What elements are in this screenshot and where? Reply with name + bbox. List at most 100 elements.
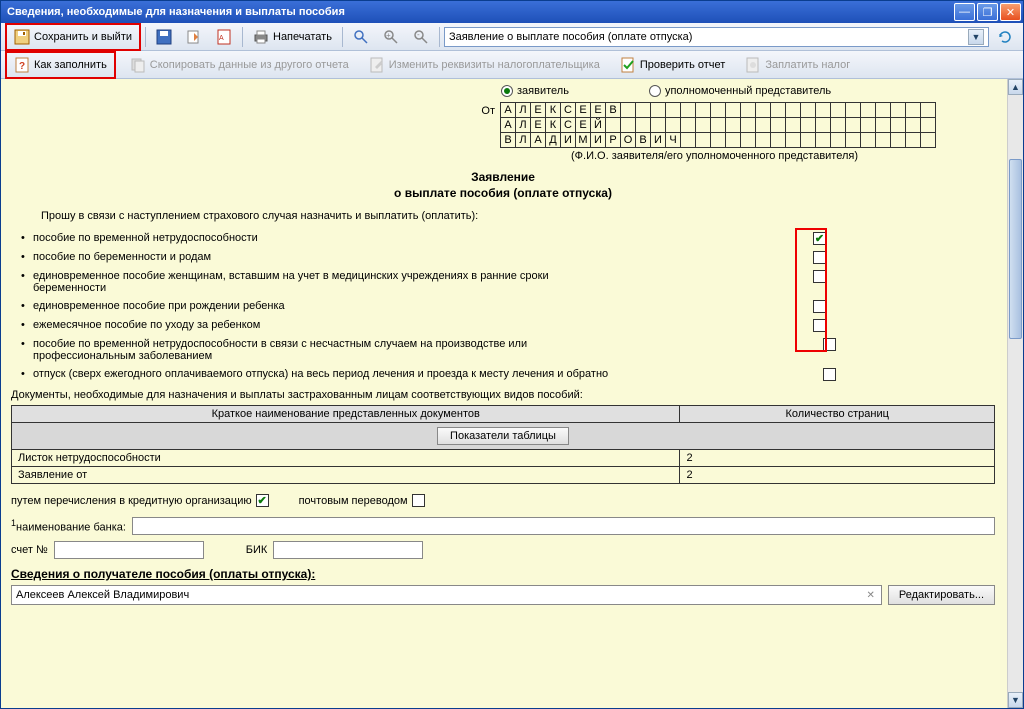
- letter-cell[interactable]: [695, 117, 711, 133]
- letter-cell[interactable]: Й: [590, 117, 606, 133]
- letter-cell[interactable]: Е: [590, 102, 606, 118]
- letter-cell[interactable]: [665, 117, 681, 133]
- letter-cell[interactable]: [905, 102, 921, 118]
- letter-cell[interactable]: [845, 102, 861, 118]
- letter-cell[interactable]: [785, 132, 801, 148]
- check-report-button[interactable]: Проверить отчет: [614, 54, 732, 76]
- letter-cell[interactable]: [740, 102, 756, 118]
- letter-cell[interactable]: [830, 102, 846, 118]
- letter-cell[interactable]: [635, 117, 651, 133]
- letter-cell[interactable]: С: [560, 102, 576, 118]
- pdf-button[interactable]: A: [210, 26, 238, 48]
- letter-cell[interactable]: [665, 102, 681, 118]
- letter-cell[interactable]: [620, 117, 636, 133]
- zoom-in-button[interactable]: +: [377, 26, 405, 48]
- letter-cell[interactable]: К: [545, 102, 561, 118]
- letter-cell[interactable]: [770, 102, 786, 118]
- letter-cell[interactable]: Д: [545, 132, 561, 148]
- letter-cell[interactable]: А: [500, 117, 516, 133]
- letter-cell[interactable]: Р: [605, 132, 621, 148]
- letter-cell[interactable]: [680, 132, 696, 148]
- export-button[interactable]: [180, 26, 208, 48]
- letter-cell[interactable]: [800, 117, 816, 133]
- letter-cell[interactable]: [830, 132, 846, 148]
- letter-cell[interactable]: В: [500, 132, 516, 148]
- letter-cell[interactable]: [815, 102, 831, 118]
- letter-cell[interactable]: [635, 102, 651, 118]
- letter-cell[interactable]: [890, 132, 906, 148]
- letter-cell[interactable]: [650, 117, 666, 133]
- letter-cell[interactable]: В: [635, 132, 651, 148]
- scroll-up-icon[interactable]: ▲: [1008, 79, 1023, 95]
- letter-cell[interactable]: [830, 117, 846, 133]
- letter-cell[interactable]: [770, 132, 786, 148]
- letter-cell[interactable]: [620, 102, 636, 118]
- letter-cell[interactable]: [920, 117, 936, 133]
- minimize-button[interactable]: —: [954, 3, 975, 21]
- letter-cell[interactable]: [920, 132, 936, 148]
- bank-name-input[interactable]: [132, 517, 995, 535]
- pay-post-checkbox[interactable]: [412, 494, 425, 507]
- letter-cell[interactable]: [650, 102, 666, 118]
- letter-cell[interactable]: [605, 117, 621, 133]
- edit-recipient-button[interactable]: Редактировать...: [888, 585, 995, 605]
- letter-cell[interactable]: [845, 132, 861, 148]
- print-button[interactable]: Напечатать: [247, 26, 338, 48]
- letter-cell[interactable]: [770, 117, 786, 133]
- letter-cell[interactable]: [860, 117, 876, 133]
- letter-cell[interactable]: [860, 132, 876, 148]
- letter-cell[interactable]: [680, 117, 696, 133]
- letter-cell[interactable]: М: [575, 132, 591, 148]
- letter-cell[interactable]: Л: [515, 132, 531, 148]
- letter-cell[interactable]: И: [560, 132, 576, 148]
- letter-cell[interactable]: Л: [515, 102, 531, 118]
- letter-cell[interactable]: И: [650, 132, 666, 148]
- letter-cell[interactable]: [800, 132, 816, 148]
- letter-cell[interactable]: [740, 132, 756, 148]
- letter-cell[interactable]: [875, 132, 891, 148]
- close-button[interactable]: ✕: [1000, 3, 1021, 21]
- letter-cell[interactable]: [740, 117, 756, 133]
- bik-input[interactable]: [273, 541, 423, 559]
- letter-cell[interactable]: [725, 117, 741, 133]
- letter-cell[interactable]: [815, 132, 831, 148]
- letter-cell[interactable]: А: [500, 102, 516, 118]
- letter-cell[interactable]: [695, 102, 711, 118]
- letter-cell[interactable]: [755, 102, 771, 118]
- letter-cell[interactable]: [875, 117, 891, 133]
- letter-cell[interactable]: [890, 117, 906, 133]
- section-dropdown[interactable]: Заявление о выплате пособия (оплате отпу…: [444, 27, 989, 47]
- letter-cell[interactable]: И: [590, 132, 606, 148]
- letter-cell[interactable]: Е: [575, 102, 591, 118]
- letter-cell[interactable]: Ч: [665, 132, 681, 148]
- letter-cell[interactable]: Е: [530, 102, 546, 118]
- letter-cell[interactable]: С: [560, 117, 576, 133]
- letter-cell[interactable]: [860, 102, 876, 118]
- letter-cell[interactable]: [875, 102, 891, 118]
- letter-cell[interactable]: К: [545, 117, 561, 133]
- letter-cell[interactable]: В: [605, 102, 621, 118]
- save-exit-button[interactable]: Сохранить и выйти: [8, 26, 138, 48]
- pay-credit-checkbox[interactable]: ✔: [256, 494, 269, 507]
- how-fill-button[interactable]: ? Как заполнить: [8, 54, 113, 76]
- refresh-button[interactable]: [991, 26, 1019, 48]
- letter-cell[interactable]: Е: [530, 117, 546, 133]
- letter-cell[interactable]: [785, 102, 801, 118]
- letter-cell[interactable]: О: [620, 132, 636, 148]
- save-button[interactable]: [150, 26, 178, 48]
- letter-cell[interactable]: [725, 102, 741, 118]
- scroll-thumb[interactable]: [1009, 159, 1022, 339]
- clear-icon[interactable]: ✕: [864, 590, 876, 601]
- letter-cell[interactable]: [710, 117, 726, 133]
- letter-cell[interactable]: [755, 117, 771, 133]
- letter-cell[interactable]: Е: [575, 117, 591, 133]
- letter-cell[interactable]: [905, 117, 921, 133]
- scroll-down-icon[interactable]: ▼: [1008, 692, 1023, 708]
- letter-cell[interactable]: Л: [515, 117, 531, 133]
- letter-cell[interactable]: [725, 132, 741, 148]
- recipient-input[interactable]: Алексеев Алексей Владимирович ✕: [11, 585, 882, 605]
- letter-cell[interactable]: [800, 102, 816, 118]
- letter-cell[interactable]: [845, 117, 861, 133]
- radio-representative[interactable]: уполномоченный представитель: [649, 85, 831, 97]
- letter-cell[interactable]: [710, 132, 726, 148]
